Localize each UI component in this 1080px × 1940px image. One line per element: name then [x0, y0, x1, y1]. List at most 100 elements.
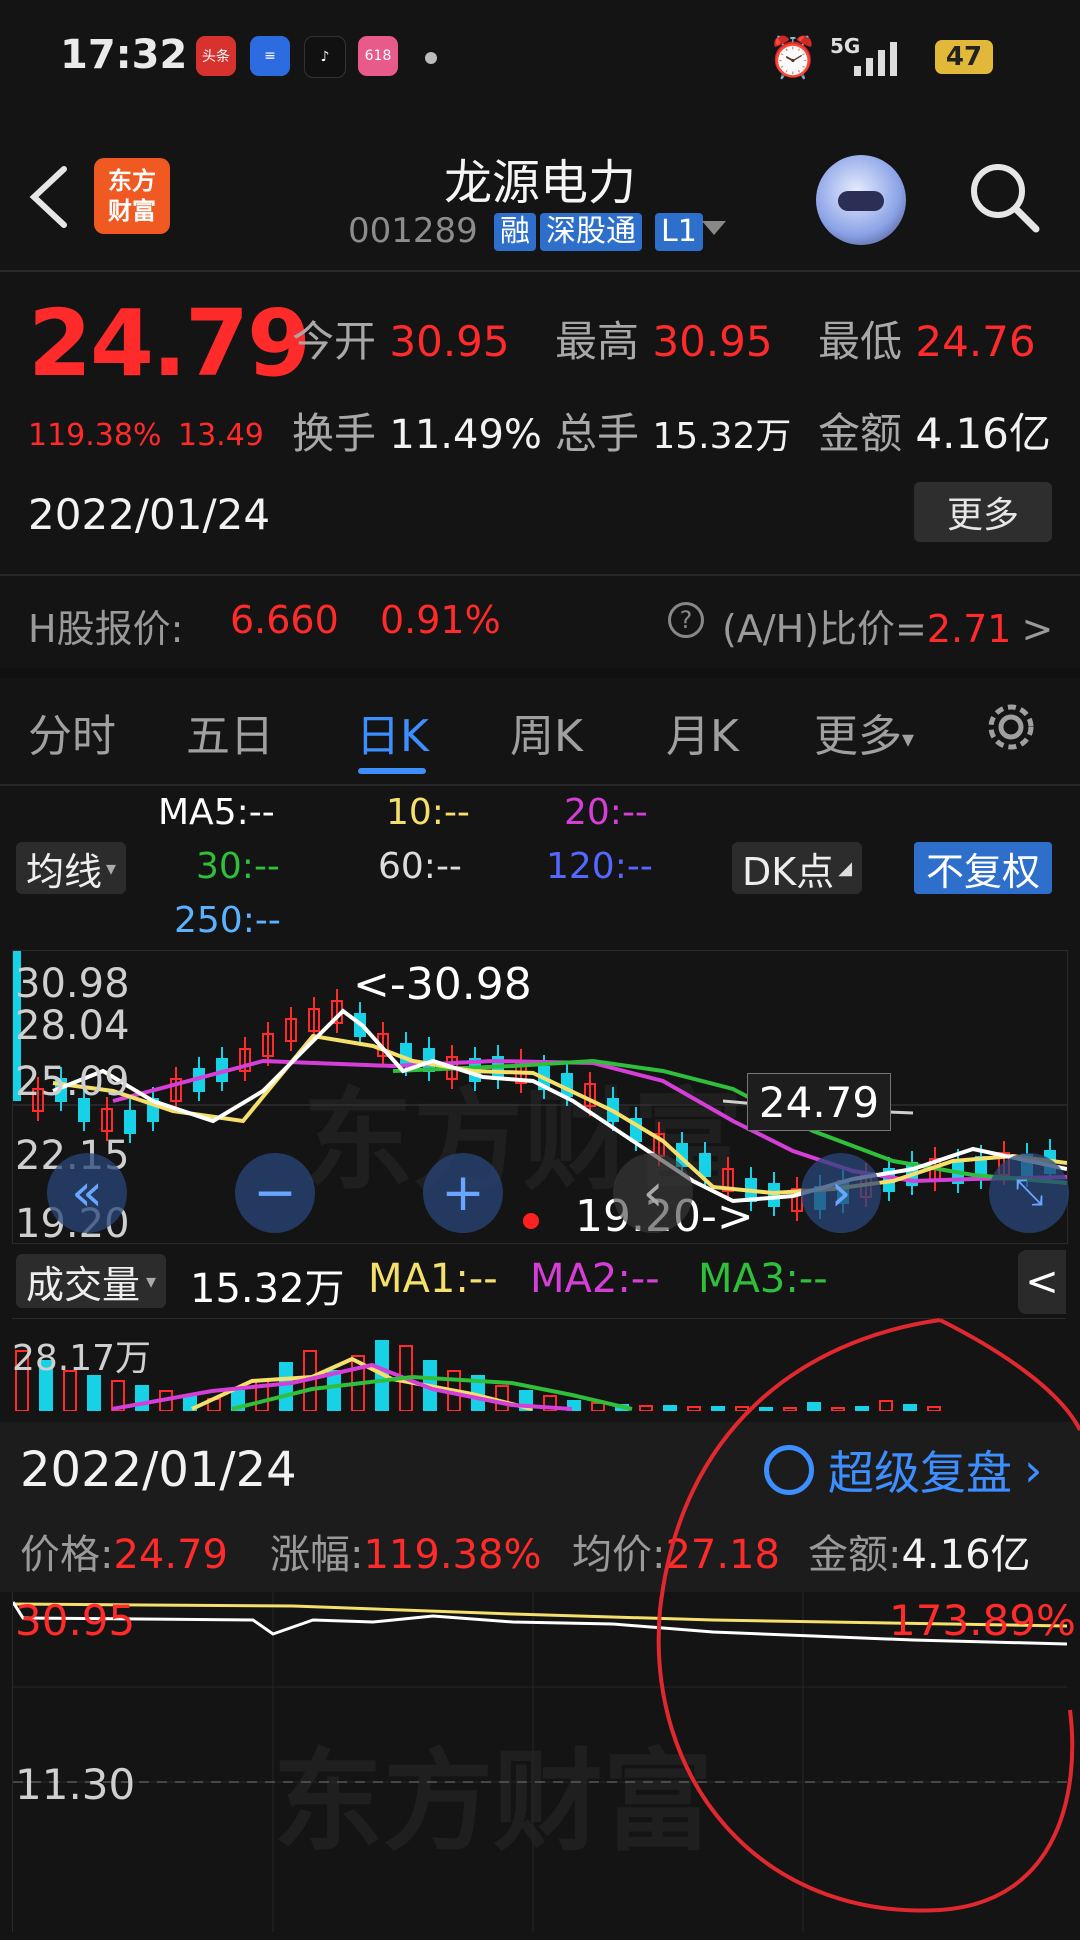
ma30-legend: 30:-- [196, 846, 280, 887]
volume-bar [87, 1375, 101, 1411]
help-question-icon[interactable]: ? [668, 602, 704, 638]
kline-canvas [13, 989, 1067, 1221]
more-notifications-dot-icon [425, 52, 437, 64]
volume-max-label: 28.17万 [12, 1338, 152, 1379]
previous-icon[interactable]: ‹ [613, 1153, 693, 1233]
alarm-icon: ⏰ [768, 35, 818, 81]
volume-field: 总手 15.32万 [555, 400, 791, 461]
zoom-in-icon[interactable]: + [423, 1153, 503, 1233]
level1-tag: L1 [655, 213, 703, 251]
ma-type-label: 均线 [26, 849, 103, 894]
y-tick-30-98: 30.98 [15, 961, 130, 1007]
tab-more-label: 更多 [814, 711, 902, 762]
change-amount: 13.49 [178, 418, 264, 453]
stock-name: 龙源电力 [443, 155, 636, 211]
volume-bar [327, 1370, 341, 1411]
scroll-left-icon[interactable]: « [47, 1153, 127, 1233]
tab-more[interactable]: 更多▾ [814, 700, 914, 764]
volume-bar [279, 1362, 293, 1411]
quote-date: 2022/01/24 [28, 490, 271, 539]
red-annotation-circle [656, 1318, 1080, 1913]
vol-ma1-legend: MA1:-- [368, 1256, 498, 1302]
max-price-annotation: <-30.98 [353, 959, 532, 1010]
robot-visor-icon [838, 191, 884, 211]
kline-chart[interactable]: 东方财富 30.98 28.04 25.09 22.15 19.20 <-30.… [12, 950, 1069, 1247]
ma60-legend: 60:-- [378, 846, 462, 887]
tab-five-day[interactable]: 五日 [186, 700, 274, 764]
high-label: 最高 [555, 317, 640, 366]
hshare-price: 6.660 [230, 598, 339, 642]
open-field: 今开 30.95 [292, 308, 510, 369]
volume-bar [591, 1402, 605, 1411]
tab-monthly-k[interactable]: 月K [666, 700, 739, 764]
summary-change-label: 涨幅: [270, 1532, 364, 1578]
toutiao-app-icon: 头条 [196, 36, 236, 76]
layers-app-icon: ≡ [250, 36, 290, 76]
ah-ratio-link[interactable]: (A/H)比价=2.71 > [722, 598, 1053, 653]
ma250-legend: 250:-- [174, 900, 281, 941]
last-price: 24.79 [28, 290, 311, 397]
corner-caret-icon: ◢ [838, 857, 853, 879]
ma5-legend: MA5:-- [158, 792, 275, 833]
tab-intraday[interactable]: 分时 [28, 700, 116, 764]
more-quote-button[interactable]: 更多 [914, 482, 1052, 542]
settings-gear-icon[interactable] [980, 696, 1042, 758]
tab-daily-k[interactable]: 日K [356, 700, 429, 764]
search-icon[interactable] [966, 159, 1042, 235]
next-icon[interactable]: › [801, 1153, 881, 1233]
robot-assistant-avatar[interactable] [816, 155, 906, 245]
hshare-percent: 0.91% [380, 598, 501, 642]
dropdown-caret-icon: ▾ [106, 856, 117, 880]
turnover-value: 11.49% [389, 412, 542, 458]
indicator-label: 成交量 [26, 1262, 141, 1307]
active-tab-indicator [358, 768, 426, 774]
y-tick-25-09: 25.09 [15, 1059, 130, 1105]
dropdown-caret-icon: ▾ [902, 725, 915, 753]
section-gap [0, 668, 1080, 678]
low-field: 最低 24.76 [818, 308, 1036, 369]
summary-price-value: 24.79 [113, 1532, 228, 1578]
amount-field: 金额 4.16亿 [818, 400, 1051, 461]
shenzhen-connect-tag: 深股通 [540, 213, 642, 251]
dropdown-caret-icon: ▾ [146, 1269, 157, 1293]
battery-icon: 47 [935, 40, 993, 74]
volume-bar [135, 1385, 149, 1411]
stock-header: 东方财富 龙源电力 001289 融 深股通 L1 [0, 115, 1080, 272]
summary-change-value: 119.38% [363, 1532, 542, 1578]
shopping-618-app-icon: 618 [358, 36, 398, 76]
indicator-dropdown[interactable]: 成交量 ▾ [16, 1254, 167, 1308]
volume-label: 总手 [555, 409, 640, 458]
ma-type-dropdown[interactable]: 均线 ▾ [16, 842, 127, 894]
dk-point-label: DK点 [742, 849, 835, 894]
chevron-right-icon: > [1021, 607, 1054, 651]
volume-value: 15.32万 [652, 416, 792, 457]
stock-code: 001289 [348, 211, 478, 251]
level-dropdown-icon[interactable] [702, 221, 726, 235]
status-bar: 17:32 头条 ≡ ♪ 618 ⏰ 5G 47 [0, 0, 1080, 115]
intraday-top-price: 30.95 [15, 1596, 136, 1645]
expand-fullscreen-icon[interactable]: ⤡ [989, 1153, 1069, 1233]
turnover-field: 换手 11.49% [292, 400, 542, 461]
dk-point-dropdown[interactable]: DK点 ◢ [732, 842, 863, 894]
divider [0, 574, 1080, 576]
ah-ratio-value: 2.71 [926, 607, 1012, 651]
summary-change: 涨幅:119.38% [270, 1522, 541, 1580]
marker-dot [523, 1213, 539, 1229]
ma120-legend: 120:-- [546, 846, 653, 887]
high-field: 最高 30.95 [555, 308, 773, 369]
last-price-label: 24.79 [747, 1073, 891, 1131]
vol-ma2-legend: MA2:-- [530, 1256, 660, 1302]
ma20-legend: 20:-- [564, 792, 648, 833]
zoom-out-icon[interactable]: − [235, 1153, 315, 1233]
hshare-label: H股报价: [28, 607, 184, 651]
tiktok-app-icon: ♪ [304, 36, 346, 78]
collapse-panel-button[interactable]: < [1018, 1250, 1066, 1314]
summary-price-label: 价格: [20, 1532, 114, 1578]
open-label: 今开 [292, 317, 377, 366]
y-tick-28-04: 28.04 [15, 1003, 130, 1049]
amount-label: 金额 [818, 409, 903, 458]
price-adjust-button[interactable]: 不复权 [914, 842, 1053, 894]
margin-tag: 融 [494, 213, 536, 251]
tab-weekly-k[interactable]: 周K [510, 700, 583, 764]
change-percent: 119.38% [28, 418, 162, 453]
